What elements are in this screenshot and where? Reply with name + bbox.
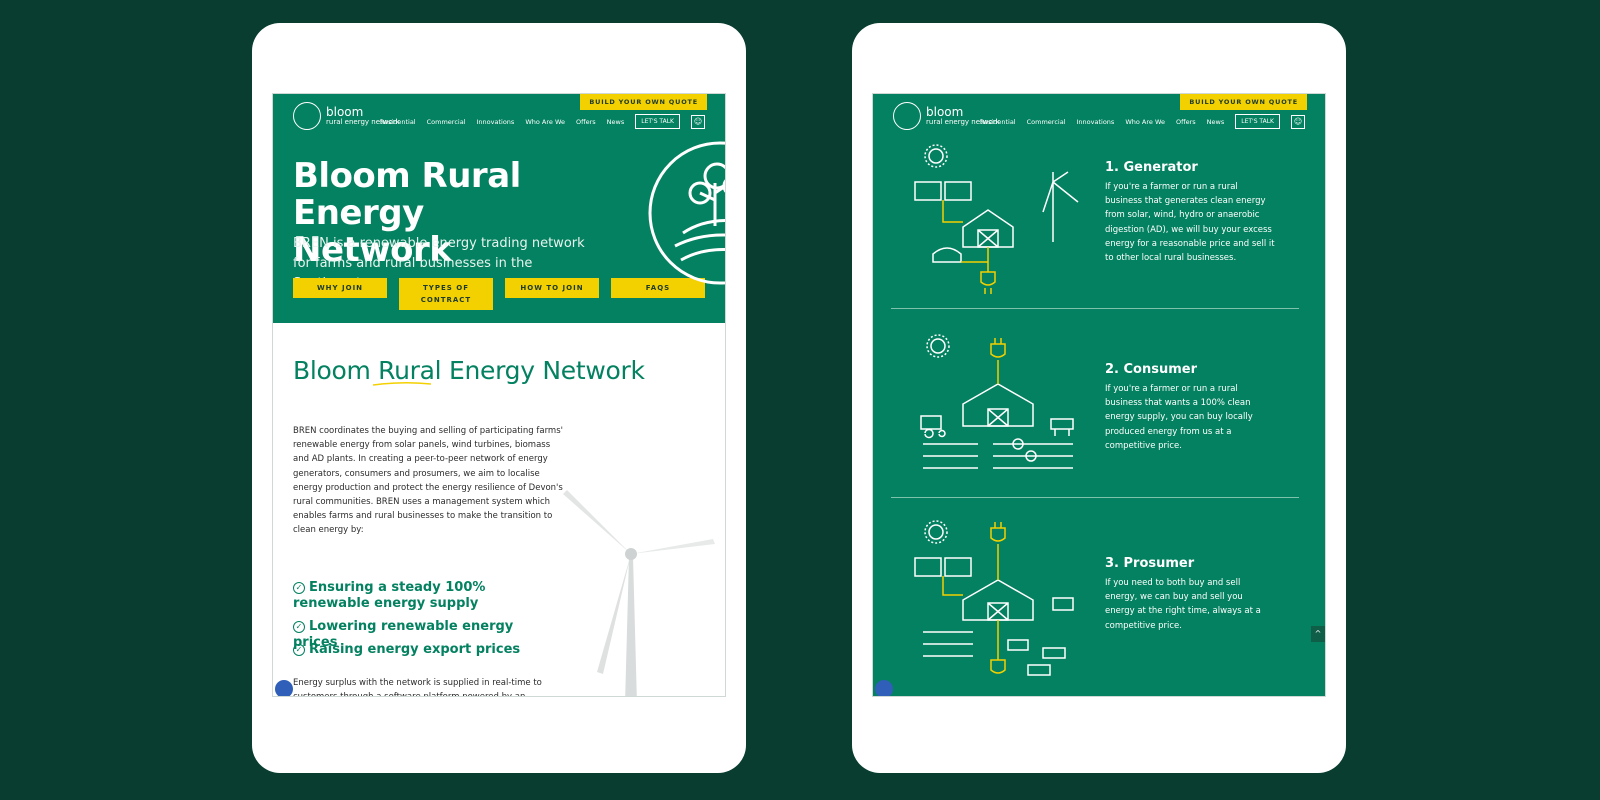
site-header: BUILD YOUR OWN QUOTE bloom rural energy …	[873, 94, 1325, 138]
check-icon: ✓	[293, 621, 305, 633]
main-nav: Residential Commercial Innovations Who A…	[980, 114, 1305, 129]
accessibility-icon[interactable]	[875, 680, 893, 696]
lets-talk-button[interactable]: LET'S TALK	[1235, 114, 1280, 129]
intro-paragraph: BREN coordinates the buying and selling …	[293, 426, 563, 536]
user-icon[interactable]: ☺	[691, 114, 705, 129]
nav-news[interactable]: News	[1207, 118, 1225, 126]
section-divider	[891, 308, 1299, 309]
main-nav: Residential Commercial Innovations Who A…	[380, 114, 705, 129]
site-header: BUILD YOUR OWN QUOTE bloom rural energy …	[273, 94, 725, 138]
prosumer-illustration	[914, 520, 1074, 676]
tree-field-icon	[648, 141, 725, 285]
outro-paragraph: Energy surplus with the network is suppl…	[293, 678, 542, 696]
generator-illustration	[914, 144, 1079, 294]
how-to-join-button[interactable]: HOW TO JOIN	[505, 278, 599, 298]
hero-section: Bloom Rural Energy Network BREN is a ren…	[273, 138, 725, 323]
nav-commercial[interactable]: Commercial	[1027, 118, 1066, 126]
nav-commercial[interactable]: Commercial	[427, 118, 466, 126]
prosumer-title: 3. Prosumer	[1105, 556, 1195, 571]
nav-offers[interactable]: Offers	[1176, 118, 1196, 126]
wind-turbine-image	[563, 490, 715, 696]
check-icon: ✓	[293, 644, 305, 656]
consumer-text: If you're a farmer or run a rural busine…	[1105, 384, 1253, 451]
nav-residential[interactable]: Residential	[380, 118, 416, 126]
heading-underline	[373, 381, 431, 386]
nav-who-are-we[interactable]: Who Are We	[525, 118, 565, 126]
nav-innovations[interactable]: Innovations	[477, 118, 515, 126]
prosumer-text: If you need to both buy and sell energy,…	[1105, 578, 1261, 631]
nav-innovations[interactable]: Innovations	[1077, 118, 1115, 126]
why-join-button[interactable]: WHY JOIN	[293, 278, 387, 298]
check-icon: ✓	[293, 582, 305, 594]
benefit-item: ✓ Raising energy export prices	[293, 642, 553, 658]
build-quote-button[interactable]: BUILD YOUR OWN QUOTE	[1180, 94, 1307, 110]
accessibility-icon[interactable]	[275, 680, 293, 696]
build-quote-button[interactable]: BUILD YOUR OWN QUOTE	[580, 94, 707, 110]
logo-tree-icon	[293, 102, 321, 130]
consumer-title: 2. Consumer	[1105, 362, 1198, 377]
nav-offers[interactable]: Offers	[576, 118, 596, 126]
scroll-to-top-button[interactable]: ^	[1311, 626, 1325, 642]
nav-news[interactable]: News	[607, 118, 625, 126]
benefit-item: ✓ Ensuring a steady 100% renewable energy…	[293, 580, 486, 611]
logo-tree-icon	[893, 102, 921, 130]
consumer-illustration	[920, 334, 1074, 469]
main-heading: Bloom Rural Energy Network	[293, 356, 645, 385]
generator-text: If you're a farmer or run a rural busine…	[1105, 182, 1275, 264]
lets-talk-button[interactable]: LET'S TALK	[635, 114, 680, 129]
website-screen-home: BUILD YOUR OWN QUOTE bloom rural energy …	[272, 93, 726, 697]
user-icon[interactable]: ☺	[1291, 114, 1305, 129]
website-screen-roles: BUILD YOUR OWN QUOTE bloom rural energy …	[872, 93, 1326, 697]
types-of-contract-button[interactable]: TYPES OF CONTRACT	[399, 278, 493, 310]
nav-residential[interactable]: Residential	[980, 118, 1016, 126]
nav-who-are-we[interactable]: Who Are We	[1125, 118, 1165, 126]
tablet-right: BUILD YOUR OWN QUOTE bloom rural energy …	[852, 23, 1346, 773]
section-divider	[891, 497, 1299, 498]
generator-title: 1. Generator	[1105, 160, 1198, 175]
tablet-left: BUILD YOUR OWN QUOTE bloom rural energy …	[252, 23, 746, 773]
